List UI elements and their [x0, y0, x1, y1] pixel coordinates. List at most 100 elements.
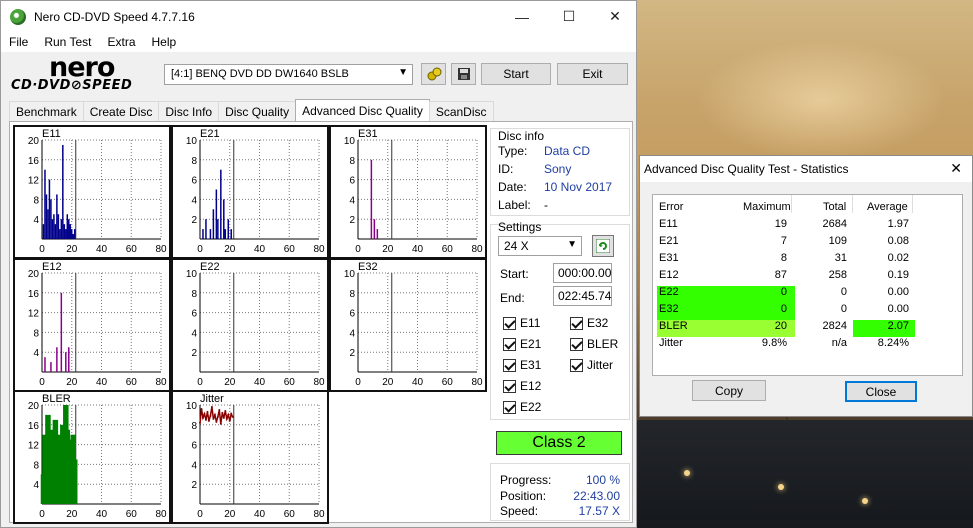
x-tick-label: 40	[412, 244, 424, 255]
menu-run-test[interactable]: Run Test	[36, 35, 99, 49]
tab-scandisc[interactable]: ScanDisc	[428, 101, 494, 122]
data-bar	[56, 347, 58, 372]
y-tick-label: 8	[349, 156, 355, 167]
jitter-point	[216, 415, 219, 418]
minimize-button[interactable]: —	[499, 1, 545, 32]
x-tick-label: 20	[66, 509, 78, 520]
cell-total: n/a	[831, 337, 847, 349]
position-label: Position:	[500, 489, 547, 503]
disc-id-value: Sony	[544, 162, 572, 176]
table-header: Error Maximum Total Average	[653, 199, 964, 216]
x-tick-label: 20	[66, 377, 78, 388]
y-tick-label: 2	[191, 480, 197, 491]
y-tick-label: 16	[28, 421, 40, 432]
y-tick-label: 8	[191, 156, 197, 167]
start-time-input[interactable]: 000:00.00	[553, 263, 612, 283]
jitter-point	[199, 421, 201, 424]
checkbox-checkmark-icon	[570, 316, 583, 330]
data-bar	[376, 229, 379, 239]
data-bar	[71, 459, 78, 504]
menu-extra[interactable]: Extra	[99, 35, 143, 49]
table-row: E32 0 0 0.00	[653, 301, 964, 318]
x-tick-label: 40	[96, 377, 108, 388]
disc-id-label: ID:	[498, 162, 514, 176]
close-button[interactable]: ✕	[592, 1, 638, 32]
x-tick-label: 0	[355, 244, 361, 255]
tab-benchmark[interactable]: Benchmark	[9, 101, 84, 122]
copy-button[interactable]: Copy	[692, 380, 766, 401]
speed-select[interactable]: 24 X ▼	[498, 236, 582, 256]
chart-title: E12	[42, 261, 62, 273]
cell-average: 0.02	[887, 252, 909, 264]
checkbox-e22-label: E22	[520, 400, 542, 414]
data-bar	[215, 189, 218, 239]
x-tick-label: 20	[66, 244, 78, 255]
x-tick-label: 0	[197, 509, 203, 520]
chart-svg: 1086420 20 40 60 80E21	[186, 128, 325, 255]
data-bar	[63, 224, 66, 239]
x-tick-label: 40	[96, 244, 108, 255]
disc-label-value: -	[544, 198, 548, 212]
checkbox-e12[interactable]: E12	[503, 379, 541, 393]
cell-total: 0	[840, 303, 847, 315]
cell-error: E31	[659, 252, 679, 264]
checkbox-checkmark-icon	[503, 337, 516, 351]
exit-button[interactable]: Exit	[557, 63, 628, 85]
y-tick-label: 4	[33, 348, 39, 359]
data-bar	[48, 179, 51, 239]
cell-average: 8.24%	[877, 337, 909, 349]
checkbox-bler[interactable]: BLER	[570, 337, 618, 351]
save-button[interactable]	[451, 63, 476, 85]
y-tick-label: 12	[28, 441, 40, 452]
end-time-input[interactable]: 022:45.74	[553, 286, 612, 306]
chevron-down-icon: ▼	[567, 239, 577, 250]
tab-disc-info[interactable]: Disc Info	[158, 101, 220, 122]
checkbox-jitter[interactable]: Jitter	[570, 358, 613, 372]
dialog-close-button[interactable]: Close	[845, 381, 917, 402]
checkbox-e21-label: E21	[520, 337, 542, 351]
data-bar	[44, 357, 46, 372]
table-row: E31 8 31 0.02	[653, 250, 964, 267]
chart-svg: 201612840 20 40 60 80BLER	[28, 393, 167, 520]
x-tick-label: 60	[284, 377, 296, 388]
cell-total: 0	[840, 286, 847, 298]
progress-value: 100 %	[585, 473, 620, 487]
checkbox-e21[interactable]: E21	[503, 337, 541, 351]
data-bar	[66, 214, 69, 239]
start-button[interactable]: Start	[481, 63, 551, 85]
x-tick-label: 60	[126, 509, 138, 520]
checkbox-e22[interactable]: E22	[503, 400, 541, 414]
checkbox-e11[interactable]: E11	[503, 316, 540, 330]
data-bar	[50, 362, 52, 372]
data-bar	[50, 199, 52, 239]
maximize-button[interactable]: ☐	[546, 1, 592, 32]
x-tick-label: 60	[442, 244, 454, 255]
cell-error: E11	[659, 218, 678, 230]
jitter-point	[207, 419, 210, 422]
checkbox-e32[interactable]: E32	[570, 316, 608, 330]
wallpaper-light	[684, 470, 690, 476]
tab-disc-quality[interactable]: Disc Quality	[218, 101, 297, 122]
drive-settings-button[interactable]	[421, 63, 446, 85]
statistics-dialog: Advanced Disc Quality Test - Statistics …	[639, 155, 973, 417]
jitter-point	[210, 405, 213, 408]
data-bar	[202, 229, 204, 239]
drive-select[interactable]: [4:1] BENQ DVD DD DW1640 BSLB ▼	[164, 64, 413, 85]
x-tick-label: 80	[155, 509, 167, 520]
title-bar: Nero CD-DVD Speed 4.7.7.16 — ☐ ✕	[1, 1, 636, 32]
header-error: Error	[659, 201, 684, 213]
y-tick-label: 8	[33, 460, 39, 471]
jitter-point	[230, 412, 233, 415]
data-bar	[224, 229, 227, 239]
cell-average: 0.00	[887, 286, 909, 298]
checkbox-e31[interactable]: E31	[503, 358, 541, 372]
jitter-point	[213, 413, 216, 416]
tab-advanced-disc-quality[interactable]: Advanced Disc Quality	[295, 99, 430, 122]
x-tick-label: 80	[471, 244, 483, 255]
menu-help[interactable]: Help	[144, 35, 185, 49]
dialog-close-icon[interactable]: ✕	[950, 160, 962, 177]
menu-file[interactable]: File	[1, 35, 36, 49]
cell-maximum: 20	[774, 320, 787, 332]
refresh-speed-button[interactable]	[592, 235, 614, 257]
tab-create-disc[interactable]: Create Disc	[82, 101, 160, 122]
